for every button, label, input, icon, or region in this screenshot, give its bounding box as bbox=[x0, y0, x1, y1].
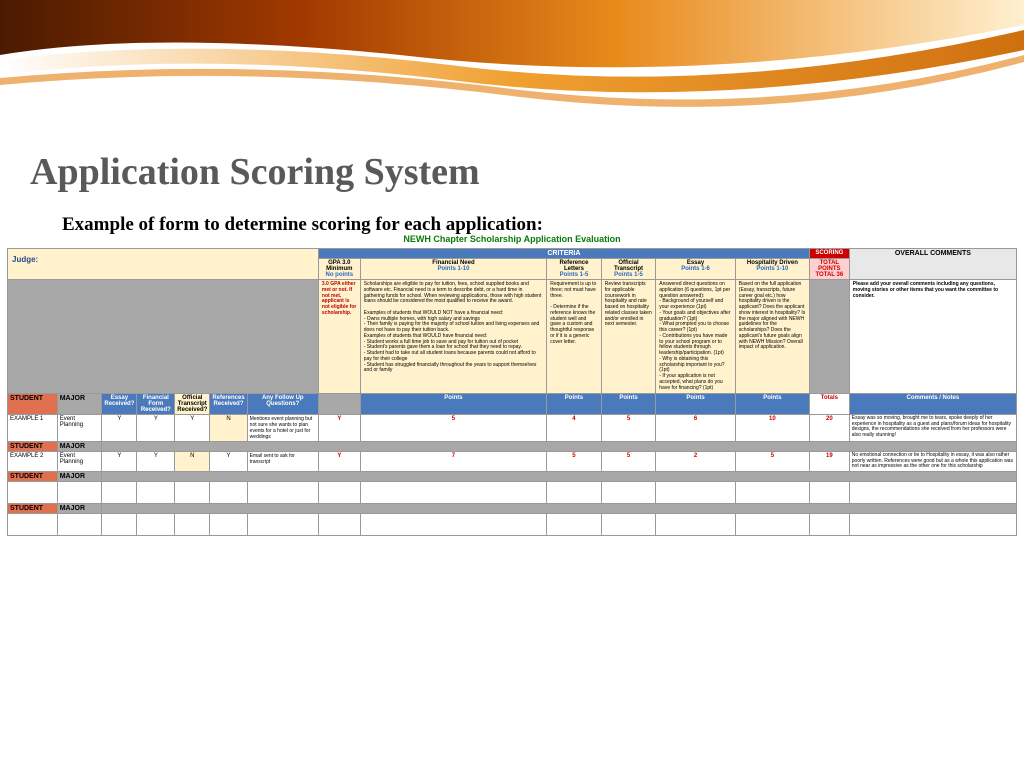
scoring-header: SCORING bbox=[809, 249, 849, 259]
cell-comments: Essay was so moving, brought me to tears… bbox=[849, 415, 1016, 442]
col-totals: Totals bbox=[809, 394, 849, 415]
col-tran-recv: Official Transcript Received? bbox=[175, 394, 210, 415]
col-major: MAJOR bbox=[57, 394, 102, 415]
col-comments: Comments / Notes bbox=[849, 394, 1016, 415]
evaluation-sheet: NEWH Chapter Scholarship Application Eva… bbox=[0, 230, 1024, 536]
col-student: STUDENT bbox=[8, 442, 58, 452]
desc-essay: Answered direct questions on application… bbox=[656, 280, 736, 394]
cell: 5 bbox=[601, 452, 656, 472]
cell-total: 19 bbox=[809, 452, 849, 472]
cell: Y bbox=[137, 415, 175, 442]
cell: 6 bbox=[656, 415, 736, 442]
desc-ref: Requirement is up to three; not must hav… bbox=[547, 280, 602, 394]
desc-overall: Please add your overall comments includi… bbox=[849, 280, 1016, 394]
cell: 2 bbox=[656, 452, 736, 472]
page-subtitle: Example of form to determine scoring for… bbox=[62, 214, 994, 236]
col-student: STUDENT bbox=[8, 471, 58, 481]
cell: N bbox=[210, 415, 247, 442]
table-row-empty bbox=[8, 513, 1017, 535]
cell: Y bbox=[137, 452, 175, 472]
cell: 7 bbox=[360, 452, 546, 472]
crit-essay: EssayPoints 1-6 bbox=[656, 259, 736, 280]
cell-comments: No emotional connection or tie to Hospit… bbox=[849, 452, 1016, 472]
cell: 5 bbox=[601, 415, 656, 442]
cell-followup: Mentions event planning but not sure she… bbox=[247, 415, 318, 442]
cell: Y bbox=[318, 452, 360, 472]
cell: 10 bbox=[735, 415, 809, 442]
col-fin-recv: Financial Form Received? bbox=[137, 394, 175, 415]
cell: Y bbox=[102, 415, 137, 442]
desc-gpa: 3.0 GPA either met or not. If not met, a… bbox=[318, 280, 360, 394]
total-header: TOTAL POINTS TOTAL 36 bbox=[809, 259, 849, 280]
judge-label: Judge: bbox=[8, 249, 319, 280]
desc-hosp: Based on the full application (Essay, tr… bbox=[735, 280, 809, 394]
cell: 5 bbox=[360, 415, 546, 442]
crit-gpa: GPA 3.0 MinimumNo points bbox=[318, 259, 360, 280]
col-ref-recv: References Received? bbox=[210, 394, 247, 415]
col-points-1: Points bbox=[360, 394, 546, 415]
cell: Y bbox=[210, 452, 247, 472]
crit-ref: Reference LettersPoints 1-5 bbox=[547, 259, 602, 280]
cell: 4 bbox=[547, 415, 602, 442]
crit-fin: Financial NeedPoints 1-10 bbox=[360, 259, 546, 280]
desc-fin: Scholarships are eligible to pay for tui… bbox=[360, 280, 546, 394]
col-student: STUDENT bbox=[8, 394, 58, 415]
table-row: EXAMPLE 2 Event Planning Y Y N Y Email s… bbox=[8, 452, 1017, 472]
cell: Y bbox=[318, 415, 360, 442]
cell-student: EXAMPLE 2 bbox=[8, 452, 58, 472]
col-points-3: Points bbox=[601, 394, 656, 415]
table-row-empty bbox=[8, 481, 1017, 503]
crit-hosp: Hospitality DrivenPoints 1-10 bbox=[735, 259, 809, 280]
col-major: MAJOR bbox=[57, 503, 102, 513]
cell: Y bbox=[175, 415, 210, 442]
page-title: Application Scoring System bbox=[30, 150, 994, 194]
cell-major: Event Planning bbox=[57, 415, 102, 442]
table-row: EXAMPLE 1 Event Planning Y Y Y N Mention… bbox=[8, 415, 1017, 442]
col-points-5: Points bbox=[735, 394, 809, 415]
crit-tran: Official TranscriptPoints 1-5 bbox=[601, 259, 656, 280]
col-points-4: Points bbox=[656, 394, 736, 415]
col-major: MAJOR bbox=[57, 471, 102, 481]
cell-student: EXAMPLE 1 bbox=[8, 415, 58, 442]
cell-major: Event Planning bbox=[57, 452, 102, 472]
col-major: MAJOR bbox=[57, 442, 102, 452]
col-essay-recv: Essay Received? bbox=[102, 394, 137, 415]
col-followup: Any Follow Up Questions? bbox=[247, 394, 318, 415]
desc-tran: Review transcripts for applicable course… bbox=[601, 280, 656, 394]
cell: 5 bbox=[735, 452, 809, 472]
criteria-header: CRITERIA bbox=[318, 249, 809, 259]
cell: 5 bbox=[547, 452, 602, 472]
col-student: STUDENT bbox=[8, 503, 58, 513]
cell-total: 20 bbox=[809, 415, 849, 442]
overall-comments-header: OVERALL COMMENTS bbox=[849, 249, 1016, 280]
cell: N bbox=[175, 452, 210, 472]
cell: Y bbox=[102, 452, 137, 472]
col-points-2: Points bbox=[547, 394, 602, 415]
cell-followup: Email sent to ask for transcript bbox=[247, 452, 318, 472]
